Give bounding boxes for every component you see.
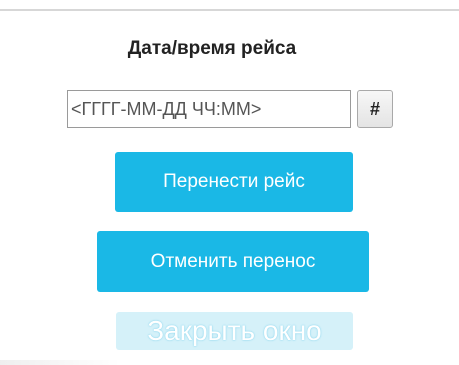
close-window-label: Закрыть окно bbox=[147, 315, 322, 346]
top-divider bbox=[0, 9, 459, 11]
flight-datetime-input[interactable] bbox=[67, 90, 351, 128]
close-window-button[interactable]: Закрыть окно bbox=[116, 312, 353, 350]
cancel-reschedule-button[interactable]: Отменить перенос bbox=[97, 231, 369, 292]
reschedule-panel: Дата/время рейса # Перенести рейс Отмени… bbox=[0, 0, 459, 365]
datetime-picker-button[interactable]: # bbox=[357, 90, 393, 128]
flight-datetime-title: Дата/время рейса bbox=[127, 38, 297, 59]
reschedule-flight-button[interactable]: Перенести рейс bbox=[115, 152, 353, 212]
bottom-shadow bbox=[0, 360, 120, 365]
